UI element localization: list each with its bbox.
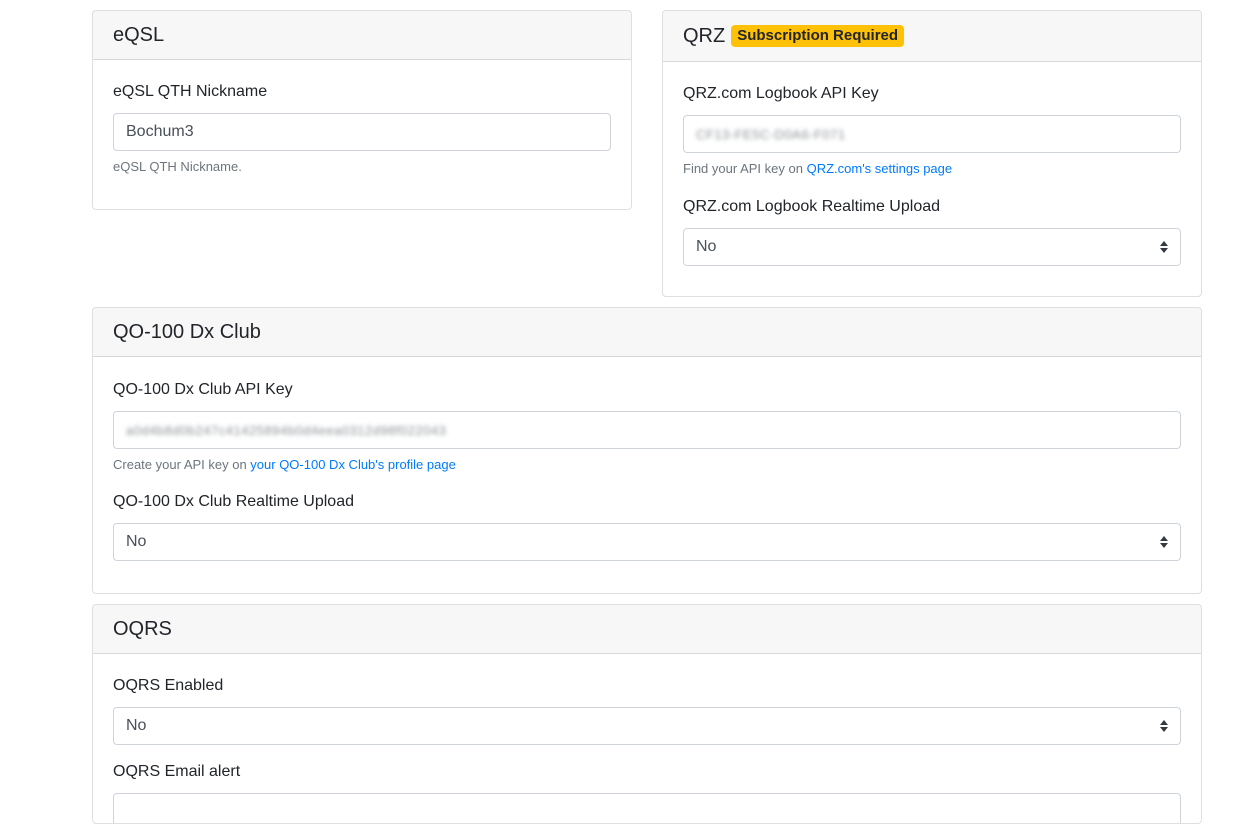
oqrs-card: OQRS OQRS Enabled No OQRS Email alert — [92, 604, 1202, 824]
oqrs-enabled-select[interactable]: No — [113, 707, 1181, 745]
qrz-card: QRZ Subscription Required QRZ.com Logboo… — [662, 10, 1202, 297]
qo100-realtime-select[interactable]: No — [113, 523, 1181, 561]
qo100-help-text: Create your API key on — [113, 457, 251, 472]
qo100-card-title: QO-100 Dx Club — [113, 320, 261, 343]
qo100-realtime-label: QO-100 Dx Club Realtime Upload — [113, 493, 354, 510]
eqsl-card-header: eQSL — [93, 11, 631, 60]
eqsl-qth-label: eQSL QTH Nickname — [113, 83, 268, 100]
eqsl-card: eQSL eQSL QTH Nickname Bochum3 eQSL QTH … — [92, 10, 632, 210]
oqrs-card-title: OQRS — [113, 617, 172, 640]
qrz-realtime-select[interactable]: No — [683, 228, 1181, 266]
oqrs-email-select[interactable] — [113, 793, 1181, 823]
oqrs-card-header: OQRS — [93, 605, 1201, 654]
oqrs-enabled-value: No — [126, 717, 147, 734]
oqrs-email-label: OQRS Email alert — [113, 763, 241, 780]
qo100-api-key-help: Create your API key on your QO-100 Dx Cl… — [113, 457, 1181, 472]
qrz-card-title: QRZ — [683, 24, 726, 47]
eqsl-qth-value: Bochum3 — [126, 123, 194, 140]
qo100-realtime-value: No — [126, 533, 147, 550]
qrz-api-key-help: Find your API key on QRZ.com's settings … — [683, 161, 1181, 176]
oqrs-card-body: OQRS Enabled No OQRS Email alert — [93, 654, 1201, 823]
qo100-api-key-label: QO-100 Dx Club API Key — [113, 381, 293, 398]
qrz-realtime-label: QRZ.com Logbook Realtime Upload — [683, 198, 941, 215]
oqrs-enabled-label: OQRS Enabled — [113, 677, 224, 694]
qrz-card-body: QRZ.com Logbook API Key CF13-FE5C-D0A6-F… — [663, 62, 1201, 266]
eqsl-card-title: eQSL — [113, 23, 165, 46]
qo100-card-body: QO-100 Dx Club API Key a0d4b8d0b247c4142… — [93, 357, 1201, 561]
select-arrows-icon — [1160, 241, 1168, 253]
qrz-api-key-input[interactable]: CF13-FE5C-D0A6-F071 — [683, 115, 1181, 153]
qo100-card: QO-100 Dx Club QO-100 Dx Club API Key a0… — [92, 307, 1202, 594]
qrz-help-text: Find your API key on — [683, 161, 807, 176]
qo100-api-key-value: a0d4b8d0b247c41425894b0d4eea0312d98f0220… — [126, 422, 447, 438]
select-arrows-icon — [1160, 720, 1168, 732]
eqsl-qth-input[interactable]: Bochum3 — [113, 113, 611, 151]
eqsl-card-body: eQSL QTH Nickname Bochum3 eQSL QTH Nickn… — [93, 60, 631, 174]
select-arrows-icon — [1160, 536, 1168, 548]
qrz-api-key-value: CF13-FE5C-D0A6-F071 — [696, 126, 846, 142]
qo100-api-key-input[interactable]: a0d4b8d0b247c41425894b0d4eea0312d98f0220… — [113, 411, 1181, 449]
qrz-settings-link[interactable]: QRZ.com's settings page — [807, 161, 953, 176]
qrz-card-header: QRZ Subscription Required — [663, 11, 1201, 62]
qo100-card-header: QO-100 Dx Club — [93, 308, 1201, 357]
eqsl-qth-help: eQSL QTH Nickname. — [113, 159, 242, 174]
qo100-profile-link[interactable]: your QO-100 Dx Club's profile page — [250, 457, 456, 472]
qrz-api-key-label: QRZ.com Logbook API Key — [683, 85, 879, 102]
subscription-required-badge: Subscription Required — [731, 25, 905, 47]
qrz-realtime-value: No — [696, 238, 717, 255]
